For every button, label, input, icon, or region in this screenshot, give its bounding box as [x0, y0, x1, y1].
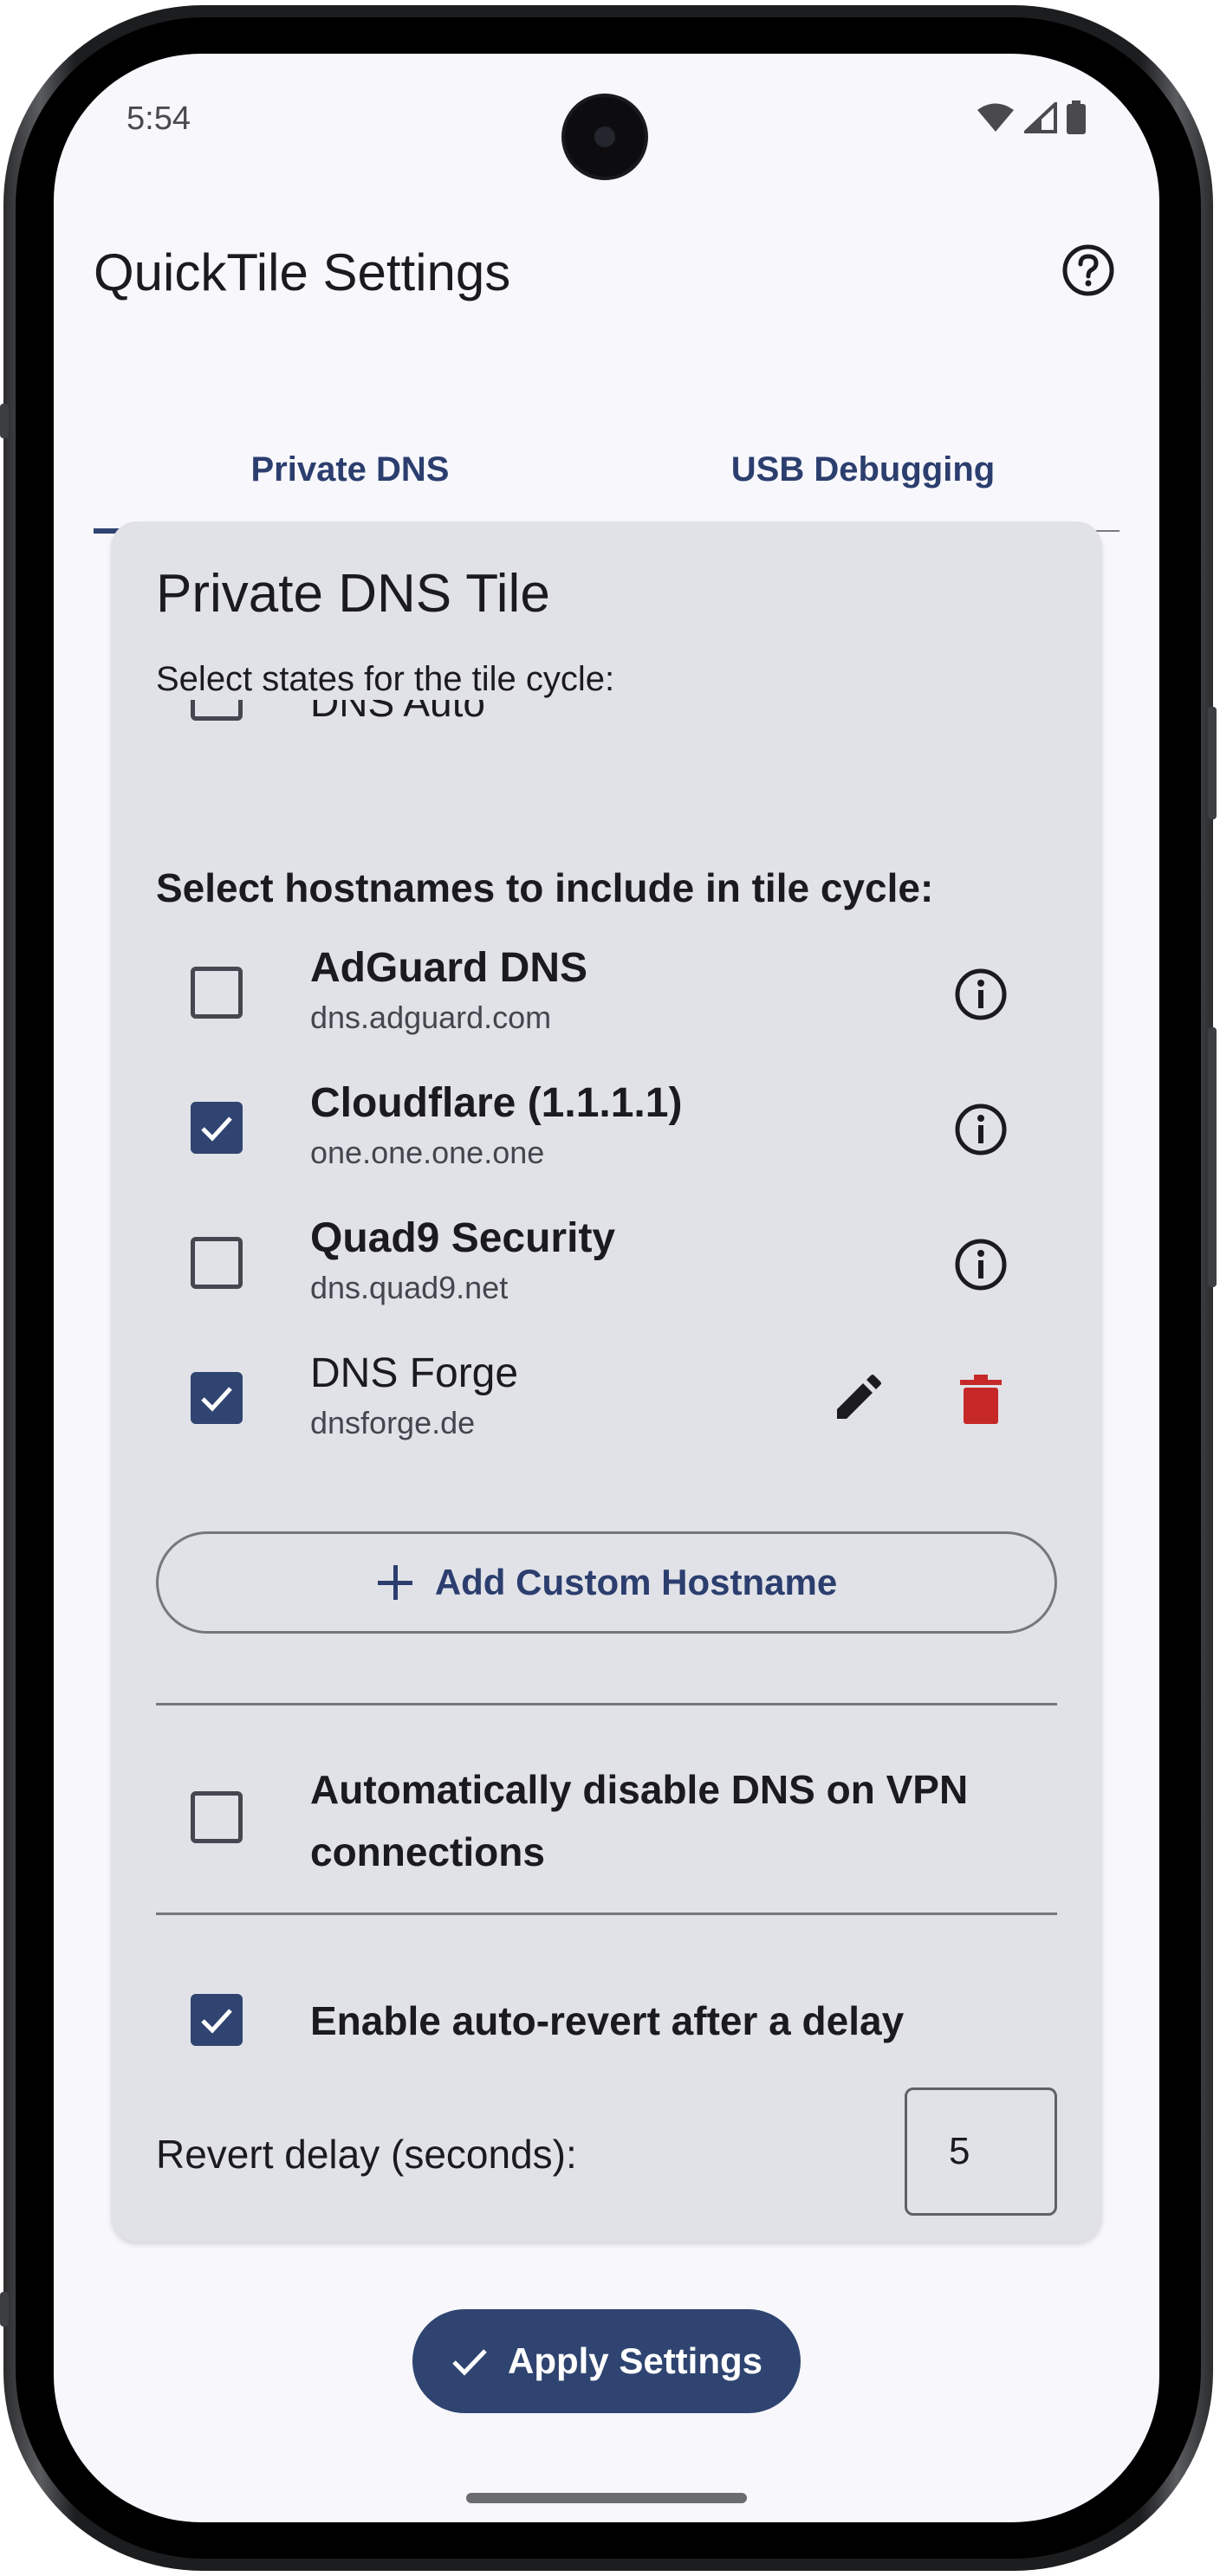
status-icons: [976, 100, 1087, 135]
card-title: Private DNS Tile: [156, 564, 550, 624]
edit-pencil-icon[interactable]: [825, 1369, 887, 1431]
hostname-name: Cloudflare (1.1.1.1): [310, 1080, 683, 1126]
check-icon: [201, 1387, 232, 1412]
status-time: 5:54: [127, 100, 191, 137]
apply-button-label: Apply Settings: [507, 2340, 763, 2381]
add-custom-hostname-button[interactable]: Add Custom Hostname: [156, 1531, 1057, 1634]
hostname-name: AdGuard DNS: [310, 945, 588, 991]
info-icon[interactable]: [950, 963, 1012, 1026]
add-button-label: Add Custom Hostname: [434, 1562, 838, 1602]
hostnames-section-label: Select hostnames to include in tile cycl…: [156, 865, 934, 910]
page-title: QuickTile Settings: [94, 243, 511, 301]
frame-notch-bottom: [0, 2292, 9, 2327]
cloudflare-checkbox[interactable]: [191, 1102, 243, 1154]
front-camera: [565, 97, 645, 177]
apply-settings-button[interactable]: Apply Settings: [412, 2309, 801, 2413]
check-icon: [452, 2349, 487, 2376]
vpn-disable-row: Automatically disable DNS on VPN connect…: [111, 1748, 1102, 1878]
volume-button: [1208, 1027, 1217, 1287]
plus-icon: [377, 1565, 412, 1600]
tab-usb-debugging[interactable]: USB Debugging: [607, 409, 1119, 530]
auto-revert-label: Enable auto-revert after a delay: [310, 1998, 905, 2043]
revert-delay-label: Revert delay (seconds):: [156, 2132, 577, 2177]
hostname-row-dnsforge: DNS Forge dnsforge.de: [111, 1343, 1102, 1455]
screen: 5:54 QuickTile Settings Private DNS USB …: [54, 54, 1159, 2522]
dnsforge-checkbox[interactable]: [191, 1372, 243, 1424]
info-icon[interactable]: [950, 1098, 1012, 1161]
hostname-address: dnsforge.de: [310, 1405, 476, 1440]
check-icon: [201, 1116, 232, 1142]
hostname-row-cloudflare: Cloudflare (1.1.1.1) one.one.one.one: [111, 1072, 1102, 1185]
adguard-checkbox[interactable]: [191, 967, 243, 1019]
hostname-row-adguard: AdGuard DNS dns.adguard.com: [111, 937, 1102, 1050]
divider: [156, 1913, 1057, 1915]
dns-auto-checkbox[interactable]: [191, 700, 243, 721]
battery-icon: [1067, 100, 1086, 134]
hostname-address: dns.adguard.com: [310, 1000, 552, 1035]
state-list-clipped: DNS Auto: [111, 700, 1102, 743]
hostname-row-quad9: Quad9 Security dns.quad9.net: [111, 1207, 1102, 1320]
private-dns-card: Private DNS Tile Select states for the t…: [111, 521, 1102, 2242]
check-icon: [201, 2009, 232, 2034]
vpn-disable-label: Automatically disable DNS on VPN connect…: [310, 1767, 969, 1874]
wifi-icon: [977, 103, 1014, 132]
hostname-address: dns.quad9.net: [310, 1270, 509, 1305]
info-icon[interactable]: [950, 1233, 1012, 1296]
revert-delay-input[interactable]: [905, 2087, 1057, 2216]
card-subtitle: Select states for the tile cycle:: [156, 660, 615, 698]
vpn-disable-checkbox[interactable]: [191, 1791, 243, 1843]
tab-private-dns[interactable]: Private DNS: [94, 409, 607, 530]
frame-notch-top: [0, 404, 9, 438]
hostname-name: DNS Forge: [310, 1350, 519, 1396]
dns-auto-label: DNS Auto: [310, 700, 485, 725]
auto-revert-checkbox[interactable]: [191, 1994, 243, 2046]
hostname-address: one.one.one.one: [310, 1135, 545, 1170]
help-circle-icon[interactable]: [1061, 243, 1116, 298]
quad9-checkbox[interactable]: [191, 1237, 243, 1289]
home-indicator[interactable]: [466, 2493, 747, 2503]
delete-trash-icon[interactable]: [950, 1369, 1012, 1431]
signal-icon: [1024, 102, 1057, 133]
divider: [156, 1703, 1057, 1705]
auto-revert-row: Enable auto-revert after a delay: [111, 1982, 1102, 2060]
tab-bar: Private DNS USB Debugging: [94, 409, 1119, 534]
power-button: [1208, 707, 1217, 819]
hostname-name: Quad9 Security: [310, 1215, 616, 1261]
